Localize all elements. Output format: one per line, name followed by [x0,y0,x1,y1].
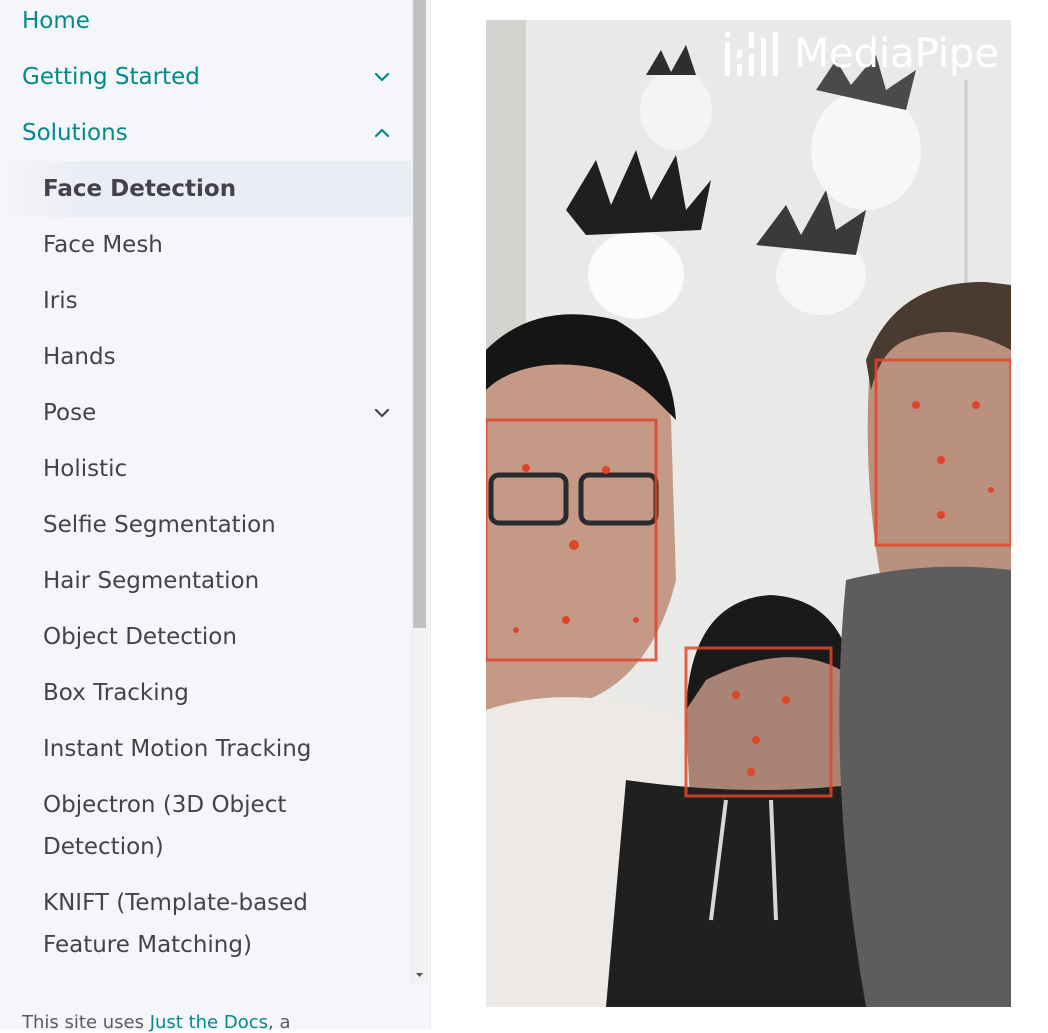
nav-item-label: Face Detection [43,175,237,202]
mediapipe-watermark-text: MediaPipe [794,31,1000,77]
chevron-up-icon[interactable] [371,122,393,144]
nav-item-label: Hands [43,343,116,370]
nav-item-face-detection[interactable]: Face Detection [0,161,411,217]
mediapipe-watermark: MediaPipe [723,28,1000,80]
nav-item-iris[interactable]: Iris [0,273,411,329]
nav-item-instant-motion-tracking[interactable]: Instant Motion Tracking [0,721,411,777]
nav-item-label: Face Mesh [43,231,163,258]
nav-item-objectron[interactable]: Objectron (3D Object Detection) [0,784,330,868]
nav-item-box-tracking[interactable]: Box Tracking [0,665,411,721]
nav-item-hair-segmentation[interactable]: Hair Segmentation [0,553,411,609]
chevron-down-icon[interactable] [371,402,393,424]
scroll-down-arrow-icon[interactable] [411,966,428,983]
nav-item-label: Solutions [22,120,128,146]
nav-item-object-detection[interactable]: Object Detection [0,609,411,665]
nav-item-pose[interactable]: Pose [0,385,411,441]
nav-item-label: Box Tracking [43,679,189,706]
nav-item-label: Getting Started [22,64,200,90]
nav-item-label: Objectron (3D Object Detection) [43,792,287,860]
nav-item-hands[interactable]: Hands [0,329,411,385]
sidebar: Home Getting Started Solutions Face Dete… [0,0,431,1033]
nav-item-solutions[interactable]: Solutions [0,105,411,161]
sidebar-nav: Home Getting Started Solutions Face Dete… [0,0,411,985]
nav-item-label: Iris [43,287,78,314]
nav-item-label: Home [22,8,90,34]
chevron-down-icon[interactable] [371,66,393,88]
nav-item-label: Object Detection [43,623,237,650]
nav-item-label: Holistic [43,455,128,482]
nav-item-label: Pose [43,399,97,426]
nav-item-face-mesh[interactable]: Face Mesh [0,217,411,273]
nav-item-getting-started[interactable]: Getting Started [0,49,411,105]
face-detection-demo-image: MediaPipe [486,20,1011,1007]
nav-item-label: Instant Motion Tracking [43,735,312,762]
sidebar-scrollbar-thumb[interactable] [413,0,426,628]
nav-item-label: Selfie Segmentation [43,511,276,538]
mediapipe-logo-icon [724,32,778,76]
nav-item-label: KNIFT (Template-based Feature Matching) [43,890,308,958]
nav-item-selfie-segmentation[interactable]: Selfie Segmentation [0,497,411,553]
nav-item-holistic[interactable]: Holistic [0,441,411,497]
nav-item-label: Hair Segmentation [43,567,260,594]
nav-item-home[interactable]: Home [0,0,411,49]
face-detection-illustration [486,20,1011,1007]
nav-item-knift[interactable]: KNIFT (Template-based Feature Matching) [0,882,330,966]
